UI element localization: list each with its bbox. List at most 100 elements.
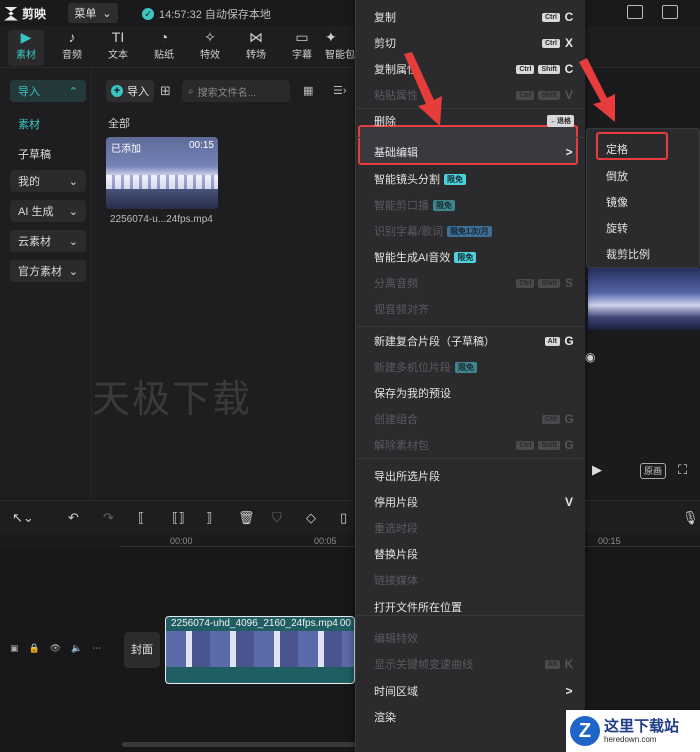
submenu-crop-ratio[interactable]: 裁剪比例	[606, 246, 650, 262]
tool-subtitle[interactable]: ▭ 字幕	[283, 28, 321, 61]
chevron-right-icon: >	[565, 684, 573, 698]
context-menu-item: 新建多机位片段 限免	[374, 358, 574, 376]
context-menu-item[interactable]: 智能镜头分割 限免	[374, 170, 574, 188]
nav-cloud[interactable]: 云素材 ⌄	[10, 230, 86, 252]
modifier-key: ←退格	[547, 115, 574, 127]
search-input[interactable]: ⌕ 搜索文件名...	[182, 80, 290, 102]
context-menu-item[interactable]: 基础编辑 >	[374, 143, 574, 161]
context-menu-item[interactable]: 时间区域 >	[374, 682, 574, 700]
crop-icon[interactable]: ▯	[340, 510, 347, 526]
modifier-key: Ctrl	[516, 64, 535, 74]
nav-material[interactable]: 素材	[18, 116, 40, 132]
context-menu-item[interactable]: 渲染>	[374, 708, 574, 726]
delete-icon[interactable]: 🗑	[238, 510, 255, 526]
context-menu-item[interactable]: 停用片段 V	[374, 493, 574, 511]
menu-separator	[356, 137, 584, 138]
shield-icon[interactable]: ⛉	[272, 510, 282, 526]
lock-icon[interactable]: 🔒	[29, 643, 40, 654]
free-badge: 限免	[454, 251, 477, 263]
context-menu-item[interactable]: 替换片段	[374, 545, 574, 563]
shortcut: Ctrl Shift C	[516, 62, 574, 76]
grid-view-icon[interactable]: ⊞	[160, 83, 171, 99]
nav-ai[interactable]: AI 生成 ⌄	[10, 200, 86, 222]
menu-item-text: 新建复合片段（子草稿）	[374, 336, 495, 348]
smart-pack-icon: ✦	[325, 29, 337, 45]
nav-ai-label: AI 生成	[18, 206, 54, 218]
split-right-icon[interactable]: ⟧	[206, 510, 212, 526]
app-logo: 剪映	[4, 5, 46, 22]
nav-import[interactable]: 导入 ⌃	[10, 80, 86, 102]
shortcut: >	[564, 684, 574, 698]
context-menu-item: 分离音频 Ctrl Shift S	[374, 274, 574, 292]
filter-all[interactable]: 全部	[108, 115, 130, 131]
nav-official[interactable]: 官方素材 ⌄	[10, 260, 86, 282]
context-menu-item[interactable]: 复制 Ctrl C	[374, 8, 574, 26]
cover-button[interactable]: 封面	[124, 632, 160, 668]
context-menu-item[interactable]: 智能生成AI音效 限免	[374, 248, 574, 266]
modifier-key: Alt	[544, 336, 560, 346]
play-icon[interactable]: ▶	[592, 462, 602, 478]
fullscreen-icon[interactable]: ⛶	[678, 462, 687, 478]
mask-icon[interactable]: ◇	[306, 510, 316, 526]
modifier-key: Ctrl	[541, 12, 560, 22]
context-menu-item[interactable]: 新建复合片段（子草稿） Alt G	[374, 332, 574, 350]
left-nav	[0, 68, 92, 498]
track-thumbnail-icon[interactable]: ▣	[10, 643, 19, 654]
more-icon[interactable]: ⋯	[92, 643, 101, 654]
submenu-reverse[interactable]: 倒放	[606, 168, 628, 184]
timeline-clip[interactable]: 2256074-uhd_4096_2160_24fps.mp4 00	[165, 616, 355, 684]
list-view-icon[interactable]: ▦	[303, 84, 313, 97]
chevron-down-icon: ⌄	[68, 175, 78, 188]
context-menu-item: 链接媒体	[374, 571, 574, 589]
tool-smart-pack[interactable]: ✦ 智能包	[325, 28, 355, 61]
shortcut-key: C	[564, 62, 574, 76]
menu-item-label: 分离音频	[374, 275, 418, 291]
added-badge: 已添加	[111, 144, 141, 155]
menu-button[interactable]: 菜单 ⌄	[68, 3, 118, 23]
shortcut-key: X	[564, 36, 573, 50]
eye-icon[interactable]: 👁	[50, 643, 61, 654]
menu-item-text: 编辑特效	[374, 633, 418, 645]
tool-effects[interactable]: ✧ 特效	[191, 28, 229, 61]
sort-icon[interactable]: ☰›	[333, 84, 347, 97]
tool-media[interactable]: ▶ 素材	[7, 28, 45, 61]
menu-item-label: 替换片段	[374, 546, 418, 562]
chevron-up-icon: ⌃	[68, 85, 78, 98]
import-button[interactable]: + 导入	[106, 80, 154, 102]
menu-item-label: 创建组合	[374, 411, 418, 427]
redo-icon[interactable]: ↷	[103, 510, 114, 526]
autosave-text: 14:57:32 自动保存本地	[159, 9, 271, 21]
layout-icon[interactable]	[662, 5, 678, 19]
context-menu-item[interactable]: 保存为我的预设	[374, 384, 574, 402]
context-menu-item[interactable]: 导出所选片段	[374, 467, 574, 485]
tool-text[interactable]: TI 文本	[99, 28, 137, 61]
volume-icon[interactable]: 🔈	[71, 643, 82, 654]
modifier-key: Ctrl	[541, 414, 560, 424]
timeline-scrollbar[interactable]	[122, 742, 362, 747]
tool-sticker[interactable]: ◔ 贴纸	[145, 28, 183, 61]
microphone-icon[interactable]: 🎙	[682, 510, 699, 526]
select-tool-icon[interactable]: ↖⌄	[12, 510, 34, 526]
submenu-rotate[interactable]: 旋转	[606, 220, 628, 236]
tool-label: 音频	[62, 50, 82, 61]
menu-item-text: 智能镜头分割	[374, 174, 440, 186]
media-thumbnail[interactable]: 已添加 00:15	[106, 137, 218, 209]
split-left-icon[interactable]: ⟦⟧	[172, 510, 185, 526]
track-controls: ▣ 🔒 👁 🔈 ⋯	[10, 643, 101, 654]
tool-audio[interactable]: ♪ 音频	[53, 28, 91, 61]
shortcut: Ctrl Shift G	[516, 438, 574, 452]
undo-icon[interactable]: ↶	[68, 510, 79, 526]
submenu-mirror[interactable]: 镜像	[606, 194, 628, 210]
context-menu-item[interactable]: 打开文件所在位置	[374, 598, 574, 616]
context-menu-item[interactable]: 剪切 Ctrl X	[374, 34, 574, 52]
keyboard-icon[interactable]	[627, 5, 643, 19]
tool-transition[interactable]: ⋈ 转场	[237, 28, 275, 61]
nav-draft[interactable]: 子草稿	[18, 146, 51, 162]
submenu-freeze[interactable]: 定格	[606, 141, 628, 157]
nav-mine[interactable]: 我的 ⌄	[10, 170, 86, 192]
ratio-button[interactable]: 原画	[640, 463, 666, 479]
menu-item-label: 时间区域	[374, 683, 418, 699]
modifier-key: Shift	[538, 64, 560, 74]
free-badge: 限免	[444, 173, 466, 185]
split-icon[interactable]: ⟦	[138, 510, 144, 526]
